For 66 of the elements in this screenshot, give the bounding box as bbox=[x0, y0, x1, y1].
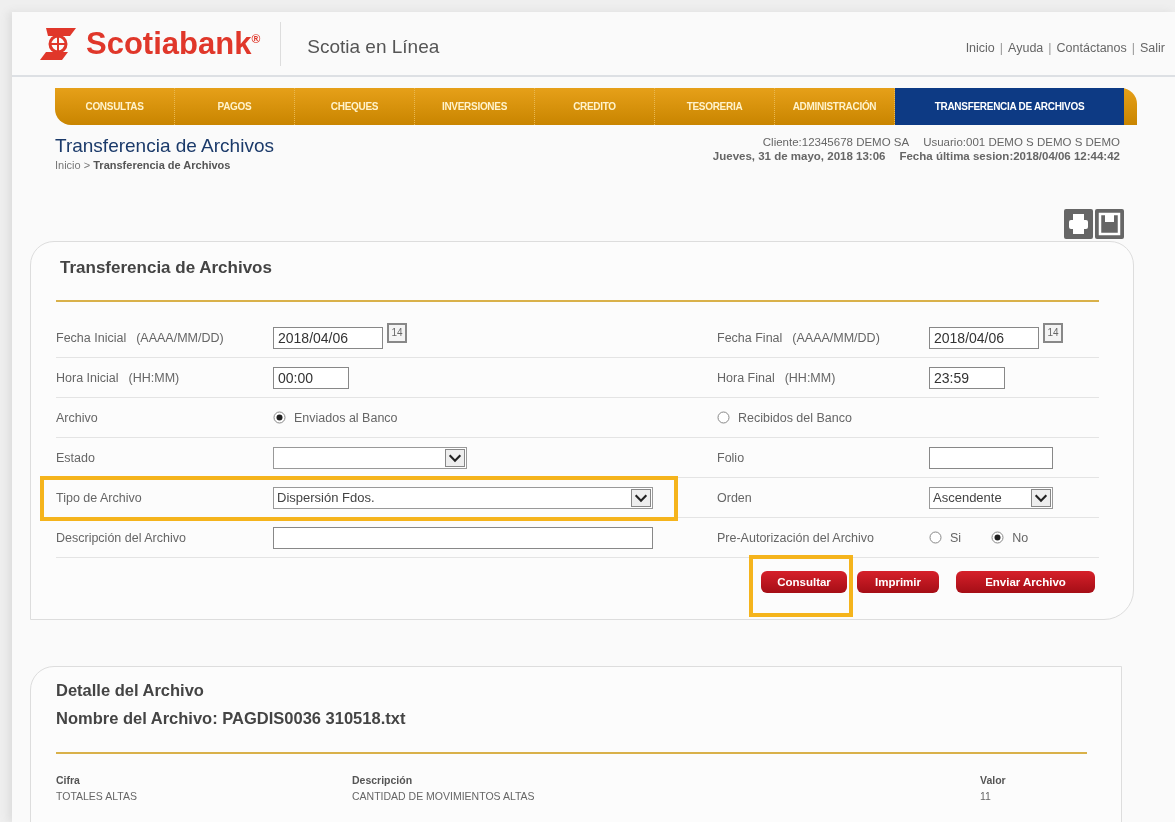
page-title: Transferencia de Archivos bbox=[55, 135, 274, 157]
field-hint: (HH:MM) bbox=[128, 370, 180, 385]
field-label: Fecha Final bbox=[717, 330, 783, 345]
field-hint: (AAAA/MM/DD) bbox=[136, 330, 224, 345]
radio-option[interactable]: No bbox=[991, 530, 1029, 545]
user-info: Usuario:001 DEMO S DEMO S DEMO bbox=[923, 136, 1120, 148]
calendar-icon[interactable]: 14 bbox=[387, 322, 407, 343]
input-field[interactable]: 2018/04/06 bbox=[929, 326, 1039, 349]
table-cell-text: CANTIDAD DE MOVIMIENTOS ALTAS bbox=[352, 790, 536, 802]
radio-option[interactable]: Recibidos del Banco bbox=[717, 410, 852, 425]
nav-tab[interactable]: TRANSFERENCIA DE ARCHIVOS bbox=[895, 88, 1124, 125]
breadcrumb-link[interactable]: Inicio bbox=[55, 159, 81, 171]
table-cell-text: TOTALES ALTAS bbox=[56, 790, 138, 802]
section-title: Detalle del Archivo bbox=[56, 681, 205, 700]
input-field[interactable]: 2018/04/06 bbox=[273, 326, 383, 349]
field-label: Orden bbox=[717, 490, 752, 505]
field-label: Pre-Autorización del Archivo bbox=[717, 530, 875, 545]
logo-icon bbox=[38, 25, 78, 62]
table-cell-text: 11 bbox=[980, 790, 992, 802]
column-header: Valor bbox=[980, 774, 1007, 786]
product-name: Scotia en Línea bbox=[307, 35, 440, 58]
brand-name: Scotiabank$^{®}$ bbox=[86, 25, 261, 62]
caret-icon bbox=[631, 488, 651, 507]
field-label: Folio bbox=[717, 450, 745, 465]
field-label: Fecha Inicial bbox=[56, 330, 127, 345]
input-field[interactable]: 00:00 bbox=[273, 366, 349, 389]
last-session: Fecha última sesion:2018/04/06 12:44:42 bbox=[899, 150, 1120, 162]
field-label: Tipo de Archivo bbox=[56, 490, 142, 505]
dropdown[interactable] bbox=[273, 446, 467, 469]
column-header: Descripción bbox=[352, 774, 414, 786]
input-field[interactable] bbox=[929, 446, 1053, 469]
link-separator: | bbox=[1048, 40, 1052, 55]
header-link[interactable]: Ayuda bbox=[1008, 40, 1044, 55]
input-field[interactable]: 23:59 bbox=[929, 366, 1005, 389]
column-header: Cifra bbox=[56, 774, 81, 786]
radio-option[interactable]: Enviados al Banco bbox=[273, 410, 398, 425]
header-link[interactable]: Salir bbox=[1140, 40, 1165, 55]
client-info: Cliente:12345678 DEMO SA bbox=[762, 136, 910, 148]
field-label: Archivo bbox=[56, 410, 98, 425]
file-name: Nombre del Archivo: PAGDIS0036 310518.txt bbox=[56, 709, 407, 728]
radio-option[interactable]: Si bbox=[929, 530, 962, 545]
dropdown[interactable]: Dispersión Fdos. bbox=[273, 486, 653, 509]
caret-icon bbox=[445, 448, 465, 467]
dropdown[interactable]: Ascendente bbox=[929, 486, 1053, 509]
action-button[interactable]: Imprimir bbox=[857, 571, 939, 593]
link-separator: | bbox=[999, 40, 1004, 55]
link-separator: | bbox=[1131, 40, 1135, 55]
section-title: Transferencia de Archivos bbox=[59, 257, 273, 279]
header-link[interactable]: Inicio bbox=[965, 40, 995, 55]
action-button[interactable]: Consultar bbox=[761, 571, 847, 593]
field-label: Hora Final bbox=[717, 370, 775, 385]
caret-icon bbox=[1031, 488, 1051, 507]
header-link[interactable]: Contáctanos bbox=[1056, 40, 1127, 55]
print-icon[interactable] bbox=[1064, 209, 1093, 239]
current-date: Jueves, 31 de mayo, 2018 13:06 bbox=[712, 150, 886, 162]
input-field[interactable] bbox=[273, 526, 653, 549]
field-label: Hora Inicial bbox=[56, 370, 119, 385]
calendar-icon[interactable]: 14 bbox=[1043, 322, 1063, 343]
field-label: Estado bbox=[56, 450, 95, 465]
save-icon[interactable] bbox=[1095, 209, 1124, 239]
action-button[interactable]: Enviar Archivo bbox=[956, 571, 1095, 593]
breadcrumb-separator: > bbox=[83, 159, 91, 171]
field-hint: (HH:MM) bbox=[784, 370, 836, 385]
field-label: Descripción del Archivo bbox=[56, 530, 186, 545]
field-hint: (AAAA/MM/DD) bbox=[792, 330, 880, 345]
breadcrumb-current: Transferencia de Archivos bbox=[93, 159, 231, 171]
